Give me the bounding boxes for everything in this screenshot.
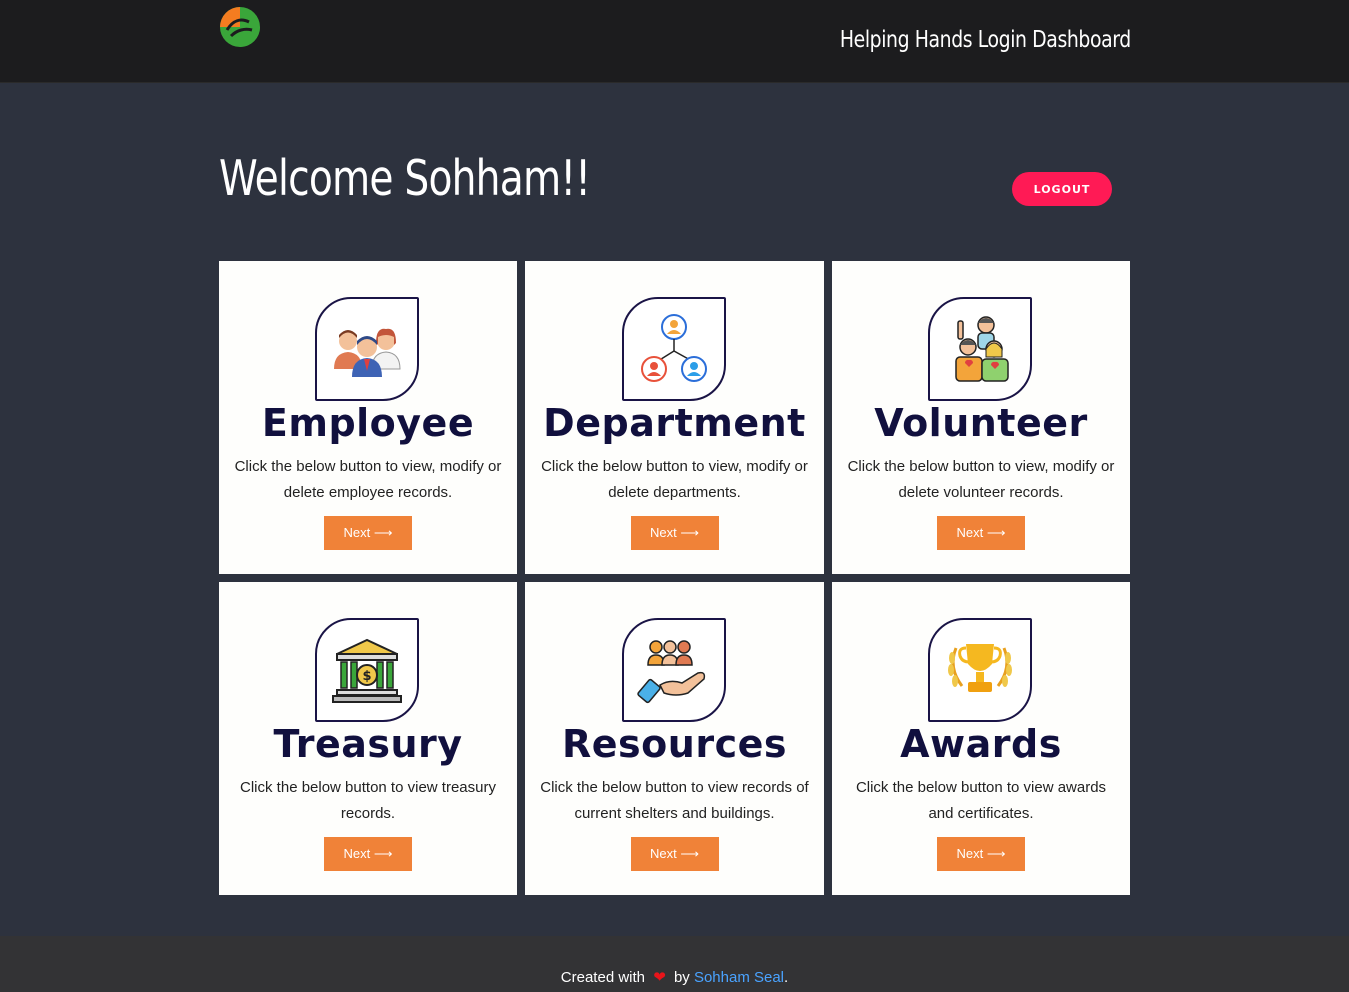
- department-next-button[interactable]: Next ⟶: [630, 516, 719, 550]
- bank-icon: $: [332, 638, 402, 703]
- treasury-next-button[interactable]: Next ⟶: [324, 837, 412, 871]
- card-icon-frame: [315, 297, 419, 401]
- card-description: Click the below button to view, modify o…: [541, 458, 808, 501]
- card-title: Awards: [900, 722, 1062, 766]
- svg-text:$: $: [362, 669, 371, 684]
- helping-hands-logo-icon[interactable]: [219, 6, 261, 48]
- card-awards: Awards Click the below button to view aw…: [832, 582, 1130, 895]
- card-icon-frame: [928, 297, 1032, 401]
- card-grid: Employee Click the below button to view,…: [219, 261, 1130, 895]
- card-volunteer: Volunteer Click the below button to view…: [832, 261, 1130, 574]
- card-icon-frame: [621, 297, 726, 401]
- card-title: Treasury: [273, 722, 463, 766]
- logout-button[interactable]: LOGOUT: [1012, 172, 1112, 206]
- card-title: Employee: [261, 401, 475, 445]
- card-icon-frame: [928, 618, 1032, 722]
- card-icon-frame: [621, 618, 726, 722]
- volunteer-next-button[interactable]: Next ⟶: [937, 516, 1025, 550]
- card-description: Click the below button to view, modify o…: [234, 458, 502, 501]
- awards-next-button[interactable]: Next ⟶: [937, 837, 1025, 871]
- heart-icon: ❤: [653, 969, 666, 986]
- card-treasury: $ Treasury Click the below button to vie…: [219, 582, 517, 895]
- card-description: Click the below button to view records o…: [540, 779, 809, 822]
- team-people-icon: [334, 328, 401, 377]
- card-department: Department Click the below button to vie…: [525, 261, 824, 574]
- card-employee: Employee Click the below button to view,…: [219, 261, 517, 574]
- card-resources: Resources Click the below button to view…: [525, 582, 824, 895]
- footer: Created with ❤ by Sohham Seal.: [0, 936, 1349, 992]
- dashboard-title: Helping Hands Login Dashboard: [840, 27, 1131, 53]
- card-title: Resources: [562, 722, 787, 766]
- welcome-heading: Welcome Sohham!!: [219, 150, 591, 207]
- footer-prefix: Created with: [560, 969, 646, 986]
- resources-next-button[interactable]: Next ⟶: [630, 837, 719, 871]
- card-title: Department: [543, 401, 806, 445]
- top-navbar: Helping Hands Login Dashboard: [0, 0, 1349, 83]
- footer-by: by: [673, 969, 690, 986]
- org-structure-icon: [640, 314, 707, 382]
- card-description: Click the below button to view awards an…: [855, 779, 1107, 822]
- card-description: Click the below button to view, modify o…: [847, 458, 1115, 501]
- employee-next-button[interactable]: Next ⟶: [324, 516, 412, 550]
- trophy-icon: [948, 644, 1012, 692]
- author-link[interactable]: Sohham Seal: [694, 969, 784, 986]
- hand-people-icon: [636, 640, 705, 704]
- footer-credit: Created with ❤ by Sohham Seal.: [0, 968, 1349, 986]
- volunteers-icon: [955, 316, 1009, 382]
- card-description: Click the below button to view treasury …: [240, 779, 496, 822]
- card-icon-frame: $: [315, 618, 419, 722]
- footer-suffix: .: [784, 969, 789, 986]
- card-title: Volunteer: [874, 401, 1088, 445]
